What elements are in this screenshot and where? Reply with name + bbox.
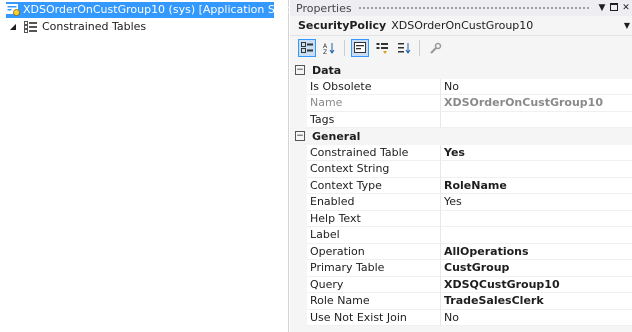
table-group-icon [24, 21, 38, 33]
collapse-icon[interactable]: − [295, 65, 305, 76]
property-value[interactable]: Yes [441, 194, 632, 211]
properties-window: Properties ▼ ✕ SecurityPolicy XDSOrderOn… [290, 0, 632, 332]
property-name: Use Not Exist Join [307, 309, 441, 326]
collapse-icon[interactable]: − [295, 131, 305, 142]
svg-text:Z: Z [323, 49, 327, 54]
property-row-role-name[interactable]: Role Name TradeSalesClerk [290, 293, 632, 310]
toolbar-separator [419, 40, 420, 56]
tree-root-node[interactable]: XDSOrderOnCustGroup10 (sys) [Application… [6, 2, 300, 18]
property-name: Operation [307, 243, 441, 260]
property-row-primary-table[interactable]: Primary Table CustGroup [290, 260, 632, 277]
properties-title: Properties [296, 1, 352, 15]
categorized-icon[interactable] [298, 39, 316, 57]
property-name: Context String [307, 161, 441, 178]
property-grid: − Data Is Obsolete No Name XDSOrderOnCus… [290, 62, 632, 326]
property-row-tags[interactable]: Tags [290, 111, 632, 128]
property-value[interactable] [441, 227, 632, 244]
alphabetical-icon[interactable]: AZ [320, 39, 338, 57]
property-row-label[interactable]: Label [290, 227, 632, 244]
property-value[interactable]: RoleName [441, 178, 632, 194]
property-row-name[interactable]: Name XDSOrderOnCustGroup10 [290, 95, 632, 112]
category-general[interactable]: − General [290, 128, 632, 145]
category-data[interactable]: − Data [290, 62, 632, 79]
close-icon[interactable]: ✕ [620, 3, 632, 13]
property-value[interactable]: XDSQCustGroup10 [441, 277, 632, 293]
object-type: SecurityPolicy [298, 19, 387, 32]
property-value[interactable]: XDSOrderOnCustGroup10 [441, 95, 632, 112]
property-value[interactable]: AllOperations [441, 244, 632, 260]
object-selector[interactable]: SecurityPolicy XDSOrderOnCustGroup10 ▼ [290, 16, 632, 36]
property-name: Help Text [307, 210, 441, 227]
property-name: Enabled [307, 194, 441, 211]
property-row-operation[interactable]: Operation AllOperations [290, 243, 632, 260]
property-value[interactable] [441, 211, 632, 227]
category-label: General [312, 129, 361, 143]
property-row-is-obsolete[interactable]: Is Obsolete No [290, 78, 632, 95]
sort-icon[interactable] [395, 39, 413, 57]
security-policy-icon [6, 4, 20, 16]
property-value[interactable]: TradeSalesClerk [441, 293, 632, 310]
maximize-icon[interactable] [608, 2, 620, 14]
property-name: Label [307, 227, 441, 244]
property-value[interactable]: Yes [441, 145, 632, 161]
property-value[interactable]: CustGroup [441, 260, 632, 277]
property-name: Query [307, 276, 441, 293]
property-name: Primary Table [307, 260, 441, 277]
properties-toolbar: AZ [290, 36, 632, 60]
property-value[interactable]: No [441, 310, 632, 326]
property-name: Role Name [307, 293, 441, 310]
property-name: Context Type [307, 177, 441, 194]
property-row-constrained-table[interactable]: Constrained Table Yes [290, 144, 632, 161]
property-value[interactable] [441, 161, 632, 178]
properties-icon[interactable] [351, 39, 369, 57]
tree-child-label: Constrained Tables [42, 20, 147, 33]
property-row-help-text[interactable]: Help Text [290, 210, 632, 227]
window-dropdown-icon[interactable]: ▼ [596, 3, 608, 13]
events-icon[interactable] [373, 39, 391, 57]
property-row-context-string[interactable]: Context String [290, 161, 632, 178]
property-value[interactable]: No [441, 79, 632, 95]
toolbar-separator [344, 40, 345, 56]
property-row-use-not-exist-join[interactable]: Use Not Exist Join No [290, 309, 632, 326]
tree-item-constrained-tables[interactable]: ◢ Constrained Tables [8, 19, 146, 35]
chevron-down-icon[interactable]: ▼ [624, 21, 630, 30]
wrench-icon[interactable] [426, 39, 444, 57]
object-name: XDSOrderOnCustGroup10 [391, 19, 534, 32]
property-name: Tags [307, 111, 441, 128]
property-row-context-type[interactable]: Context Type RoleName [290, 177, 632, 194]
property-row-query[interactable]: Query XDSQCustGroup10 [290, 276, 632, 293]
property-value[interactable] [441, 112, 632, 128]
property-name: Name [307, 95, 441, 112]
category-label: Data [312, 63, 342, 77]
property-name: Is Obsolete [307, 78, 441, 95]
drag-grip[interactable] [357, 5, 590, 11]
expand-triangle-icon[interactable]: ◢ [8, 19, 18, 35]
property-name: Constrained Table [307, 144, 441, 161]
tree-root-label: XDSOrderOnCustGroup10 (sys) [Application… [23, 3, 301, 16]
properties-titlebar[interactable]: Properties ▼ ✕ [290, 0, 632, 16]
property-row-enabled[interactable]: Enabled Yes [290, 194, 632, 211]
tree-pane: XDSOrderOnCustGroup10 (sys) [Application… [0, 0, 300, 332]
